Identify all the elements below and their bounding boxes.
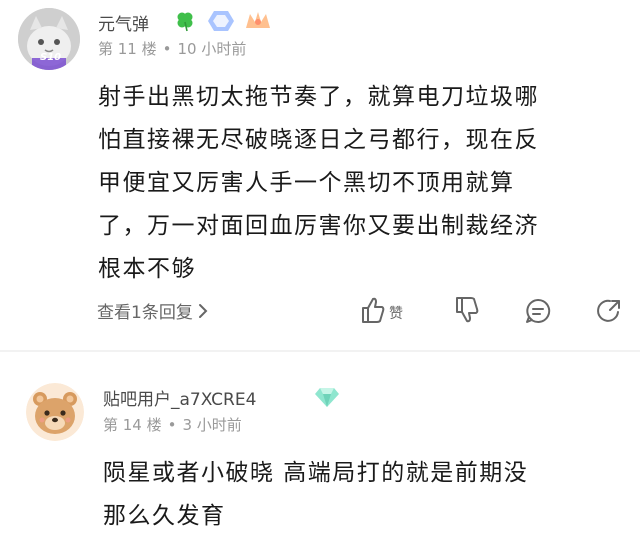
post-time: 3 小时前 [182,416,242,434]
comment-line: 陨星或者小破晓 高端局打的就是前期没 [103,460,529,486]
avatar[interactable] [26,383,84,441]
share-icon [597,299,620,322]
like-button[interactable]: 赞 [360,296,403,324]
comment-line: 甲便宜又厉害人手一个黑切不顶用就算 [98,170,515,196]
fan-badge-icon [244,10,272,36]
comment-button[interactable] [525,298,551,324]
comment-text: 陨星或者小破晓 高端局打的就是前期没 那么久发育 [103,452,528,538]
thumb-up-icon [362,297,385,323]
diamond-badge-icon [314,386,340,412]
share-button[interactable] [596,298,622,324]
floor-number: 第 14 楼 [103,416,162,434]
comment-line: 射手出黑切太拖节奏了，就算电刀垃圾哪 [98,84,539,110]
action-bar: 赞 [0,294,640,330]
clover-icon [174,10,196,36]
post-time: 10 小时前 [177,40,247,58]
like-label: 赞 [389,306,403,322]
comment-line: 怕直接裸无尽破晓逐日之弓都行，现在反 [98,127,539,153]
floor-number: 第 11 楼 [98,40,157,58]
comment-line: 那么久发育 [103,503,226,529]
username[interactable]: 贴吧用户_a7XCRE4 [103,385,256,410]
post-meta: 第 11 楼 • 10 小时前 [98,38,246,59]
meta-separator: • [162,40,172,58]
meta-separator: • [167,416,177,434]
comment-line: 根本不够 [98,256,196,282]
avatar-level-badge: S10 [40,52,62,63]
post-meta: 第 14 楼 • 3 小时前 [103,414,242,435]
comment-text: 射手出黑切太拖节奏了，就算电刀垃圾哪 怕直接裸无尽破晓逐日之弓都行，现在反 甲便… [98,76,539,291]
level-badge-icon [208,11,234,35]
dislike-button[interactable] [454,296,480,324]
thumb-down-icon [456,297,479,323]
bear-avatar-icon [26,383,84,441]
comment-icon [526,298,551,323]
comment-floor-11: S10 元气弹 第 11 楼 • 10 小时前 射手出黑切太拖节奏了，就算电刀垃圾哪… [0,0,640,352]
comment-line: 了，万一对面回血厉害你又要出制裁经济 [98,213,539,239]
username[interactable]: 元气弹 [98,10,149,35]
